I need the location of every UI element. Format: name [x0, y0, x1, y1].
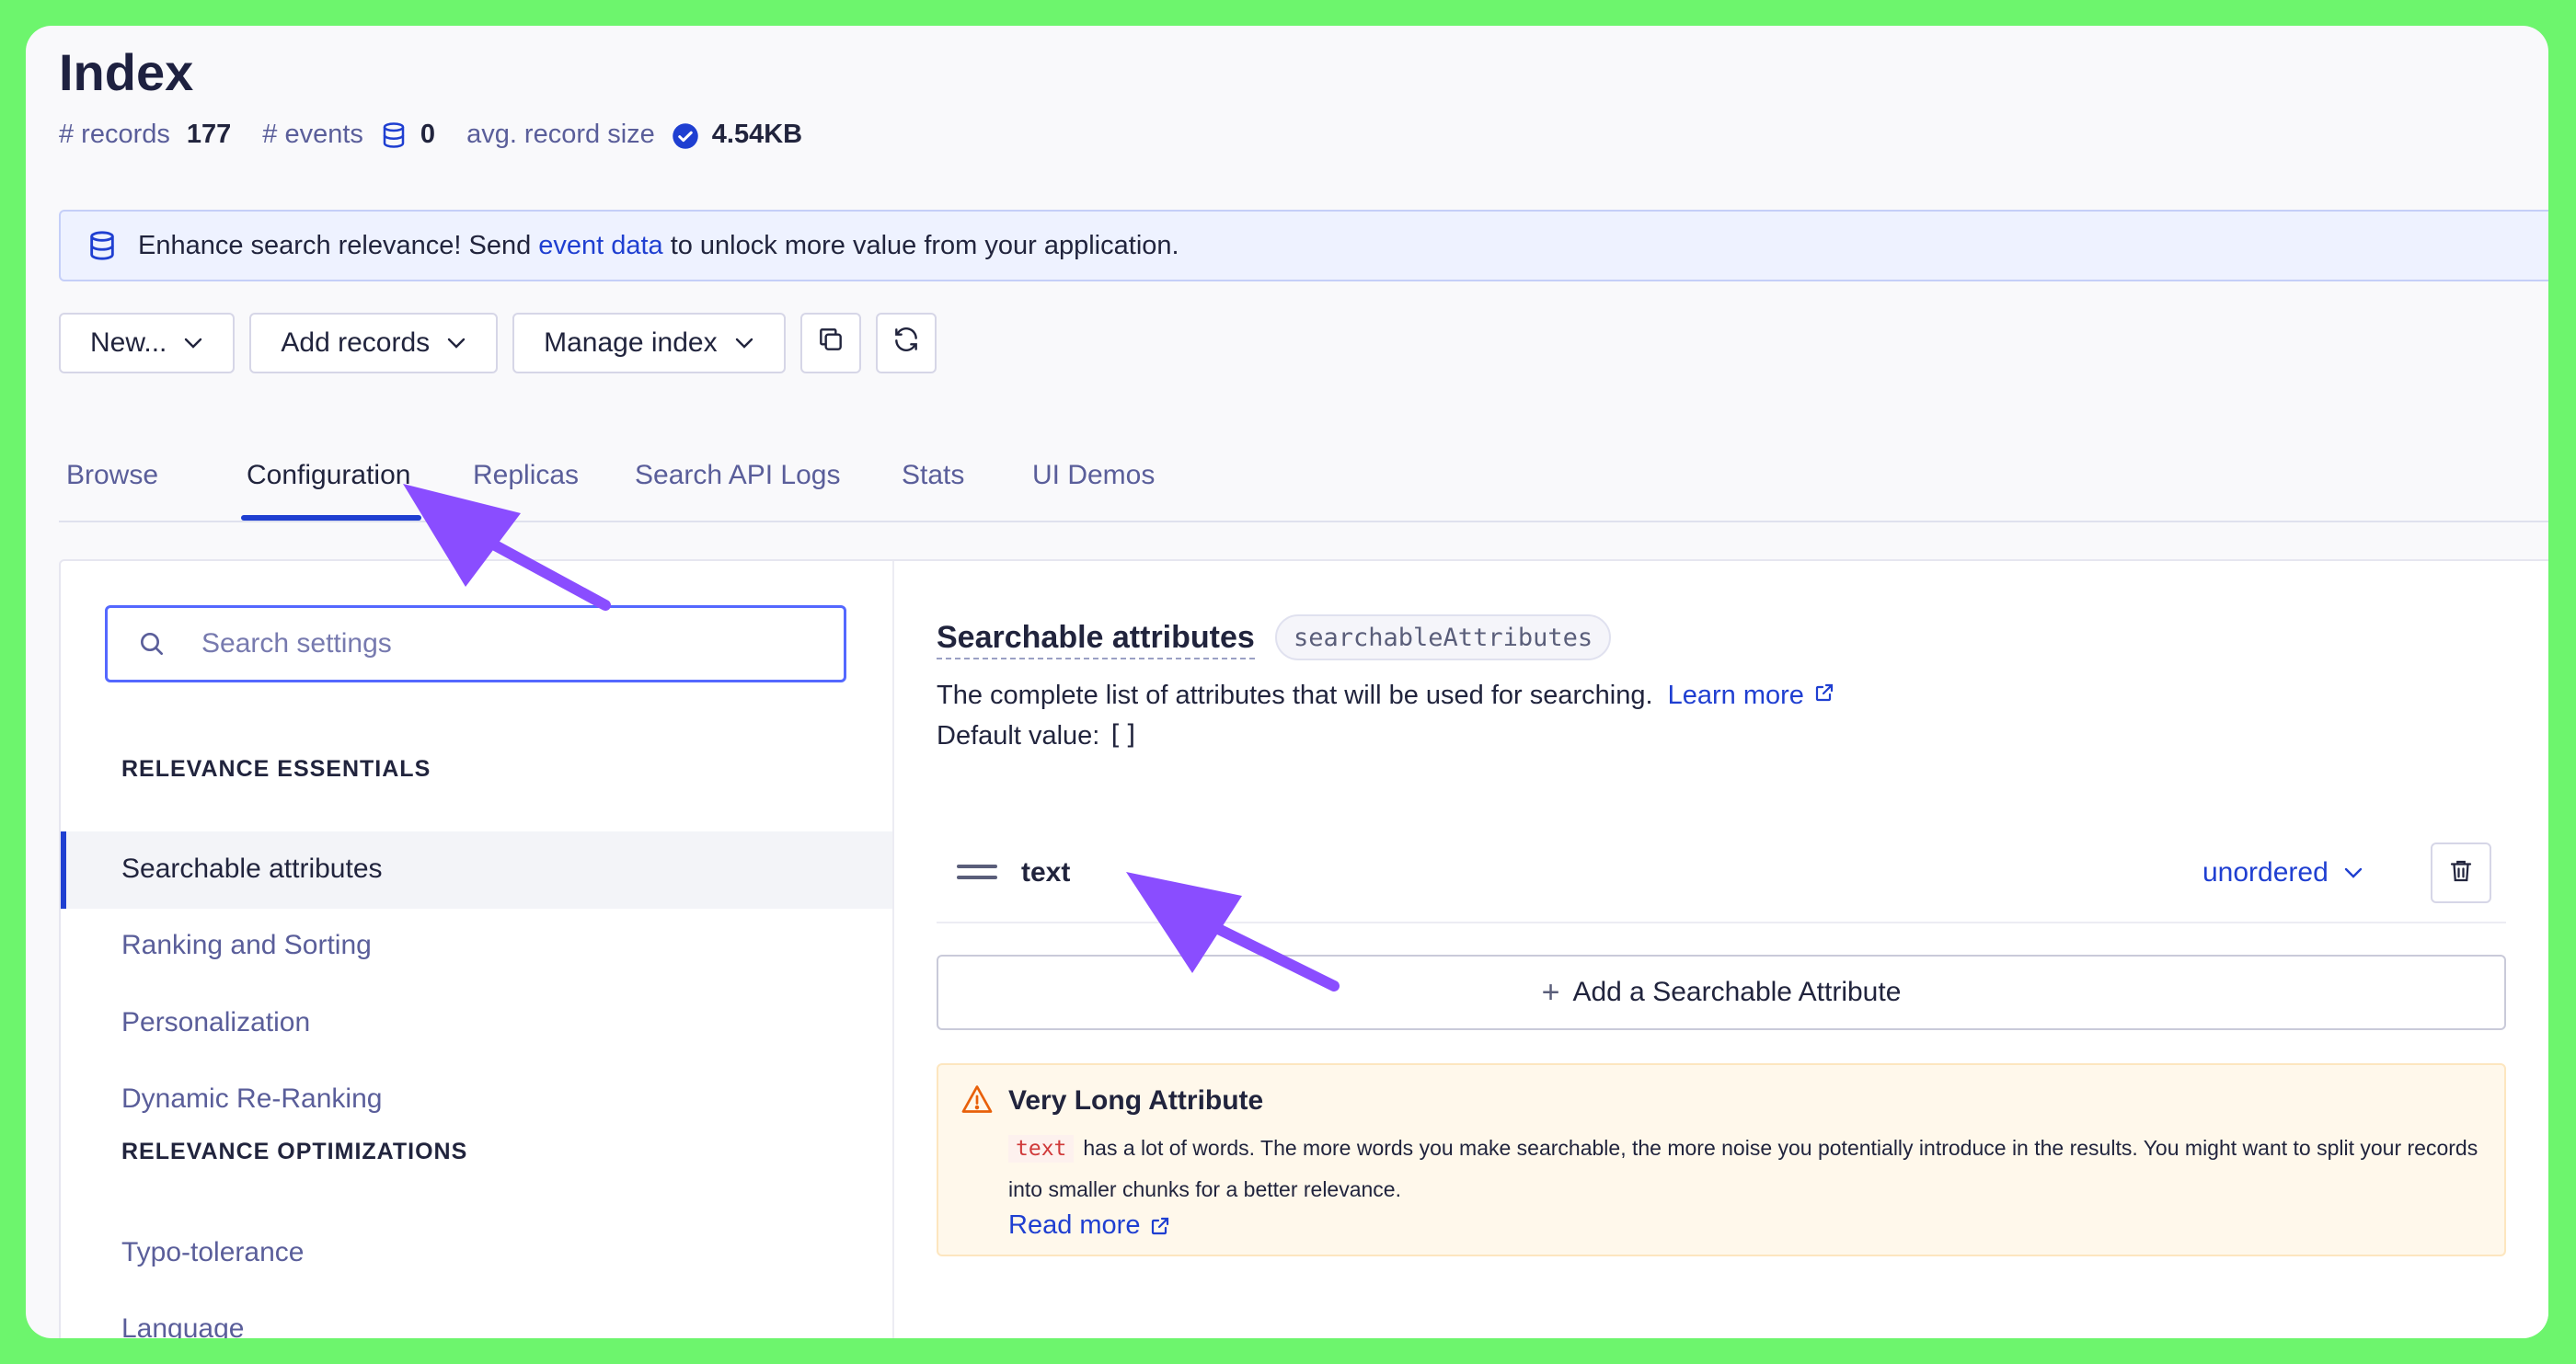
annotation-arrows	[403, 484, 1340, 991]
arrow-to-configuration-tab	[403, 484, 611, 611]
app-window: Index # records 177 # events 0 avg. reco…	[26, 26, 2548, 1338]
arrow-to-text-attribute	[1126, 872, 1340, 991]
